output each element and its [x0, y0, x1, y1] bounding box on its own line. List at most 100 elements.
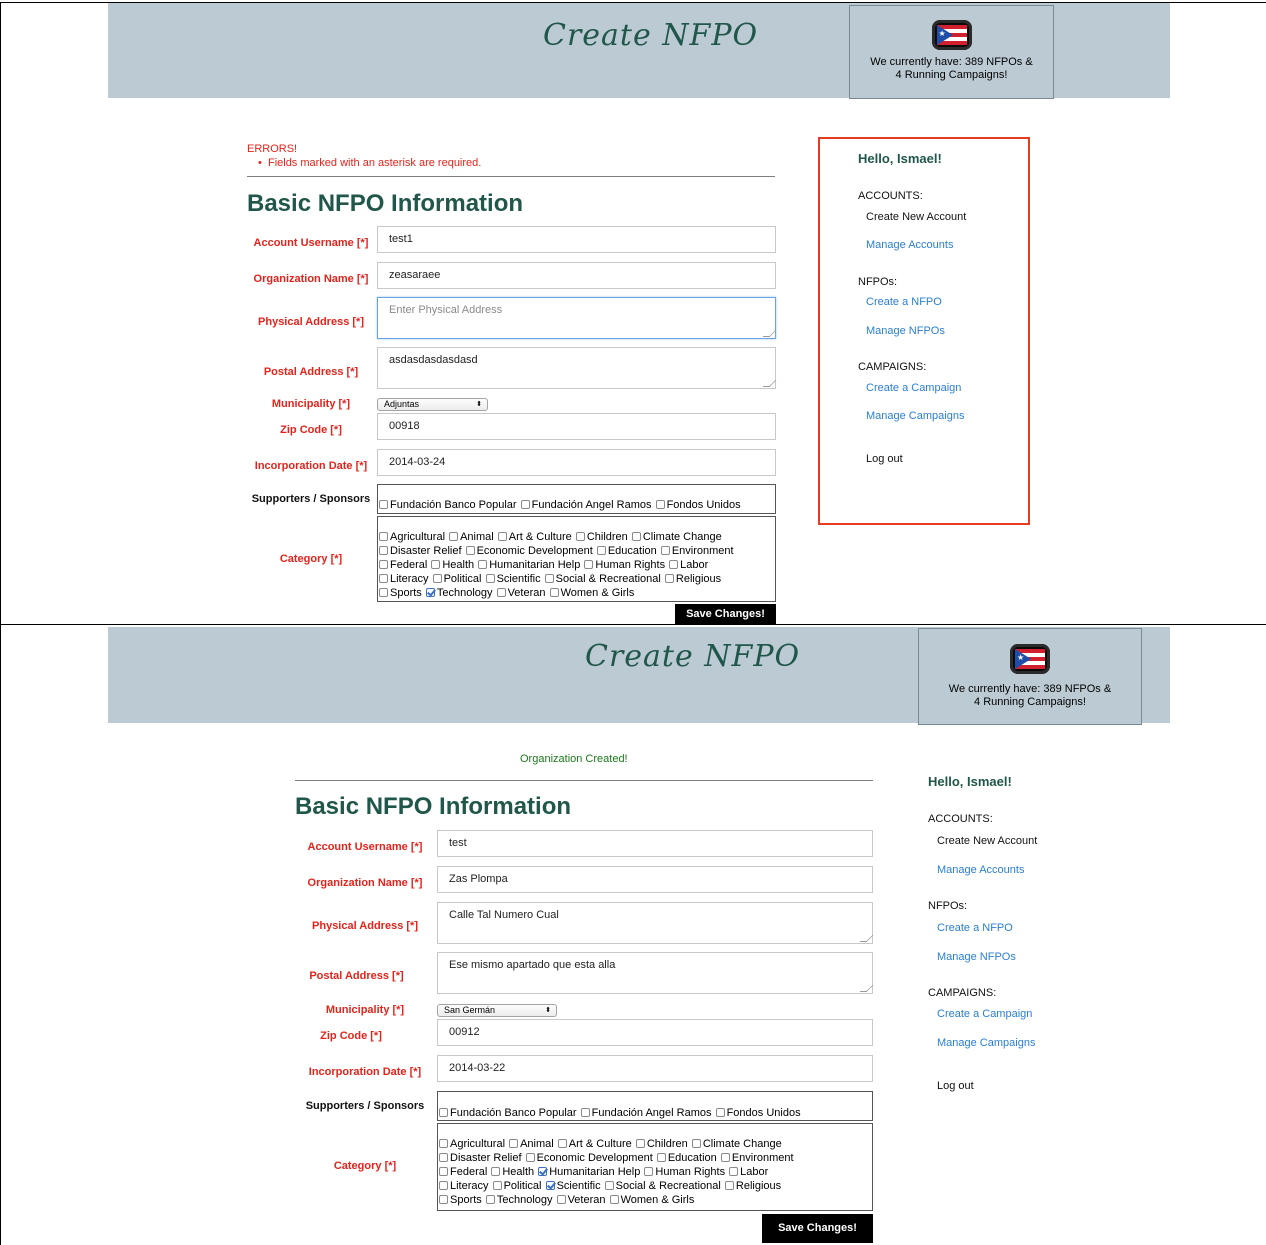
- municipality-select[interactable]: San Germán ⬍: [437, 1004, 557, 1017]
- accounts-heading: ACCOUNTS:: [928, 813, 993, 825]
- checkbox-art-and-culture[interactable]: [557, 1139, 567, 1148]
- checkbox-children[interactable]: [575, 532, 585, 541]
- checkbox-social-and-recreational[interactable]: [544, 574, 554, 583]
- municipality-select[interactable]: Adjuntas ⬍: [377, 398, 488, 411]
- checkbox-label-education: Education: [667, 1152, 717, 1164]
- checkbox-education[interactable]: [656, 1153, 666, 1162]
- create-nfpo-link[interactable]: Create a NFPO: [866, 296, 942, 308]
- select-arrows-icon: ⬍: [545, 1007, 551, 1014]
- zip-field[interactable]: 00912: [437, 1019, 873, 1046]
- checkbox-environment[interactable]: [660, 546, 670, 555]
- checkbox-animal[interactable]: [509, 1139, 519, 1148]
- checkbox-scientific[interactable]: [485, 574, 495, 583]
- postal-address-field[interactable]: asdasdasdasdasd: [377, 347, 777, 389]
- username-field[interactable]: test1: [377, 226, 776, 253]
- checkbox-human-rights[interactable]: [584, 560, 594, 569]
- checkbox-fundaci-n-banco-popular[interactable]: [379, 500, 388, 509]
- logout-link[interactable]: Log out: [866, 453, 903, 465]
- create-account-link[interactable]: Create New Account: [866, 211, 966, 223]
- checkbox-climate-change[interactable]: [691, 1139, 701, 1148]
- checkbox-federal[interactable]: [439, 1167, 448, 1176]
- postal-address-value: asdasdasdasdasd: [389, 354, 478, 366]
- checkbox-literacy[interactable]: [379, 574, 388, 583]
- checkbox-scientific[interactable]: [545, 1181, 555, 1190]
- checkbox-environment[interactable]: [720, 1153, 730, 1162]
- checkbox-women-and-girls[interactable]: [549, 588, 559, 597]
- checkbox-agricultural[interactable]: [379, 532, 388, 541]
- checkbox-technology[interactable]: [425, 588, 435, 597]
- checkbox-agricultural[interactable]: [439, 1139, 448, 1148]
- checkbox-fundaci-n-angel-ramos[interactable]: [580, 1108, 590, 1117]
- checkbox-fondos-unidos[interactable]: [715, 1108, 725, 1117]
- create-nfpo-link[interactable]: Create a NFPO: [937, 922, 1013, 934]
- checkbox-social-and-recreational[interactable]: [604, 1181, 614, 1190]
- checkbox-political[interactable]: [492, 1181, 502, 1190]
- create-campaign-link[interactable]: Create a Campaign: [866, 382, 961, 394]
- physical-address-field[interactable]: Enter Physical Address: [377, 297, 777, 339]
- stats-line-1: We currently have: 389 NFPOs &: [870, 56, 1033, 68]
- checkbox-federal[interactable]: [379, 560, 388, 569]
- incorporation-field[interactable]: 2014-03-24: [377, 449, 776, 476]
- checkbox-literacy[interactable]: [439, 1181, 448, 1190]
- org-name-field[interactable]: zeasaraee: [377, 262, 776, 289]
- resize-handle[interactable]: [762, 380, 777, 387]
- create-campaign-link[interactable]: Create a Campaign: [937, 1008, 1032, 1020]
- stats-line-2: 4 Running Campaigns!: [895, 69, 1008, 81]
- checkbox-fondos-unidos[interactable]: [655, 500, 665, 509]
- errors-title: ERRORS!: [247, 143, 298, 155]
- physical-address-field[interactable]: Calle Tal Numero Cual: [437, 902, 874, 944]
- checkbox-religious[interactable]: [664, 574, 674, 583]
- postal-address-field[interactable]: Ese mismo apartado que esta alla: [437, 952, 874, 994]
- checkbox-economic-development[interactable]: [465, 546, 475, 555]
- zip-field[interactable]: 00918: [377, 413, 776, 440]
- save-button[interactable]: Save Changes!: [675, 604, 776, 624]
- manage-accounts-link[interactable]: Manage Accounts: [937, 864, 1024, 876]
- checkbox-health[interactable]: [431, 560, 441, 569]
- checkbox-health[interactable]: [491, 1167, 501, 1176]
- checkbox-religious[interactable]: [724, 1181, 734, 1190]
- checkbox-technology[interactable]: [485, 1195, 495, 1204]
- manage-nfpos-link[interactable]: Manage NFPOs: [866, 325, 945, 337]
- checkbox-economic-development[interactable]: [525, 1153, 535, 1162]
- manage-campaigns-link[interactable]: Manage Campaigns: [937, 1037, 1035, 1049]
- checkbox-fundaci-n-angel-ramos[interactable]: [520, 500, 530, 509]
- checkbox-label-humanitarian-help: Humanitarian Help: [549, 1166, 641, 1178]
- checkbox-sports[interactable]: [379, 588, 388, 597]
- resize-handle[interactable]: [859, 935, 874, 942]
- org-name-field[interactable]: Zas Plompa: [437, 866, 873, 893]
- manage-campaigns-link[interactable]: Manage Campaigns: [866, 410, 964, 422]
- checkbox-label-technology: Technology: [436, 587, 493, 599]
- checkbox-disaster-relief[interactable]: [379, 546, 388, 555]
- checkbox-humanitarian-help[interactable]: [478, 560, 488, 569]
- save-button[interactable]: Save Changes!: [762, 1214, 873, 1243]
- checkbox-children[interactable]: [635, 1139, 645, 1148]
- checkbox-veteran[interactable]: [556, 1195, 566, 1204]
- checkbox-education[interactable]: [596, 546, 606, 555]
- checkbox-veteran[interactable]: [496, 588, 506, 597]
- checkbox-labor[interactable]: [669, 560, 679, 569]
- checkbox-disaster-relief[interactable]: [439, 1153, 448, 1162]
- checkbox-label-literacy: Literacy: [450, 1180, 489, 1192]
- checkbox-animal[interactable]: [449, 532, 459, 541]
- checkbox-political[interactable]: [432, 574, 442, 583]
- create-account-link[interactable]: Create New Account: [937, 835, 1037, 847]
- checkbox-women-and-girls[interactable]: [609, 1195, 619, 1204]
- manage-nfpos-link[interactable]: Manage NFPOs: [937, 951, 1016, 963]
- resize-handle[interactable]: [859, 985, 874, 992]
- incorporation-field[interactable]: 2014-03-22: [437, 1055, 873, 1082]
- checkbox-climate-change[interactable]: [631, 532, 641, 541]
- checkbox-label-veteran: Veteran: [507, 587, 546, 599]
- manage-accounts-link[interactable]: Manage Accounts: [866, 239, 953, 251]
- checkbox-labor[interactable]: [729, 1167, 739, 1176]
- category-row: Federal Health Humanitarian Help Human R…: [438, 1165, 872, 1179]
- resize-handle[interactable]: [762, 330, 777, 337]
- username-field[interactable]: test: [437, 830, 873, 857]
- logout-link[interactable]: Log out: [937, 1080, 974, 1092]
- checkbox-label-sports: Sports: [390, 587, 422, 599]
- checkbox-fundaci-n-banco-popular[interactable]: [439, 1108, 448, 1117]
- checkbox-art-and-culture[interactable]: [497, 532, 507, 541]
- checkbox-human-rights[interactable]: [644, 1167, 654, 1176]
- checkbox-humanitarian-help[interactable]: [538, 1167, 548, 1176]
- sidebar-hello: Hello, Ismael!: [858, 151, 942, 166]
- checkbox-sports[interactable]: [439, 1195, 448, 1204]
